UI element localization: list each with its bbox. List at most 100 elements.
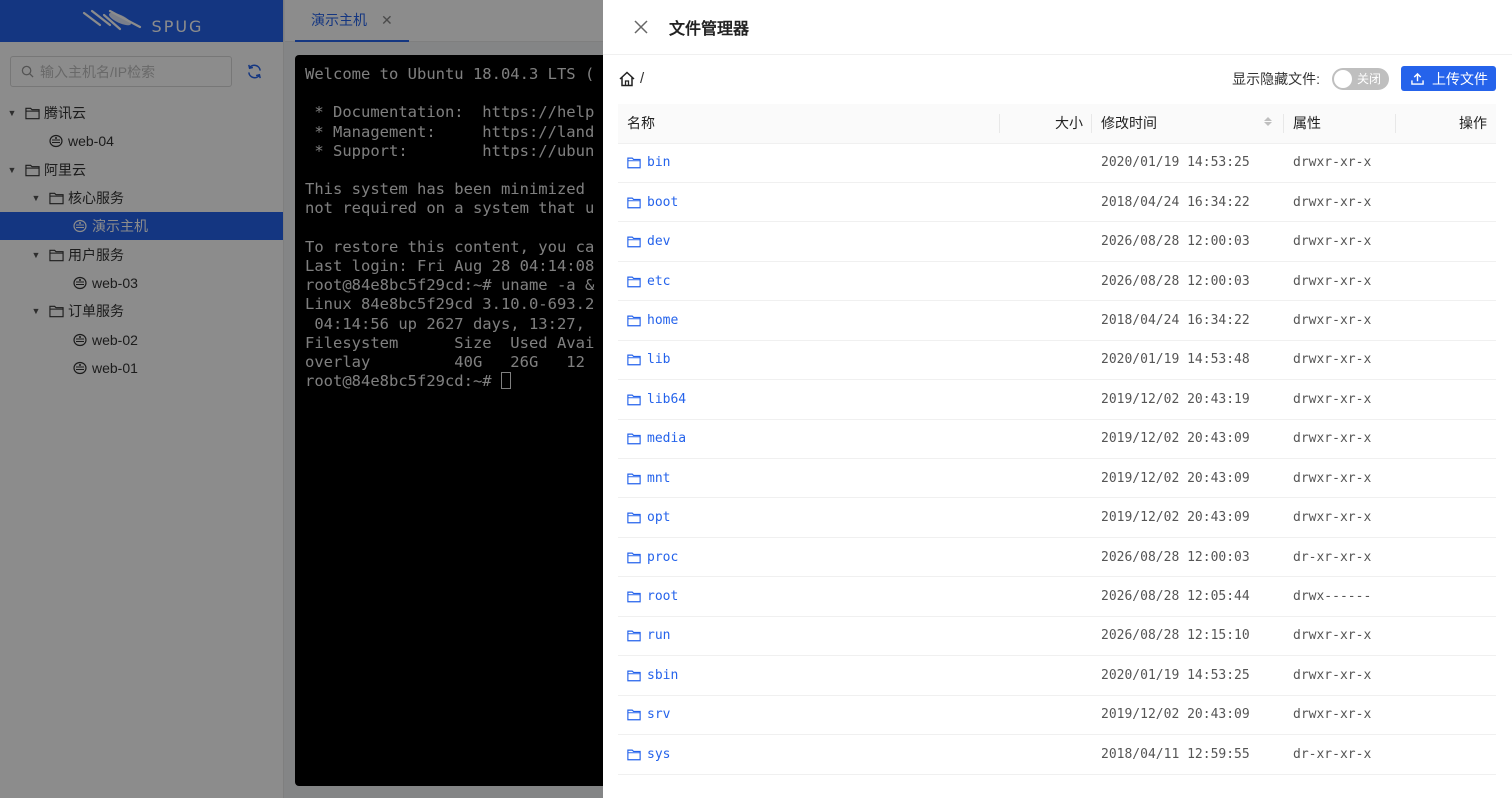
cell-perm: drwxr-xr-x — [1284, 261, 1396, 302]
cell-action — [1396, 143, 1496, 183]
folder-link[interactable]: dev — [627, 234, 991, 249]
cell-perm: drwx------ — [1284, 576, 1396, 617]
col-perm: 属性 — [1284, 104, 1396, 144]
col-mtime[interactable]: 修改时间 — [1092, 104, 1284, 144]
cell-size — [1000, 340, 1092, 381]
table-row: root 2026/08/28 12:05:44 drwx------ — [618, 576, 1496, 617]
cell-action — [1396, 458, 1496, 499]
table-row: boot 2018/04/24 16:34:22 drwxr-xr-x — [618, 182, 1496, 223]
cell-name[interactable]: home — [618, 300, 1000, 341]
table-row: etc 2026/08/28 12:00:03 drwxr-xr-x — [618, 261, 1496, 302]
home-icon[interactable] — [618, 70, 636, 88]
table-row: srv 2019/12/02 20:43:09 drwxr-xr-x — [618, 695, 1496, 736]
cell-mtime: 2019/12/02 20:43:09 — [1092, 419, 1284, 460]
cell-name[interactable]: opt — [618, 497, 1000, 538]
folder-icon — [627, 235, 641, 248]
cell-name[interactable]: proc — [618, 537, 1000, 578]
cell-name[interactable]: mnt — [618, 458, 1000, 499]
col-mtime-label: 修改时间 — [1101, 115, 1157, 132]
file-name: run — [647, 628, 671, 644]
cell-name[interactable]: run — [618, 616, 1000, 657]
cell-perm: drwxr-xr-x — [1284, 497, 1396, 538]
cell-action — [1396, 497, 1496, 538]
table-row: sys 2018/04/11 12:59:55 dr-xr-xr-x — [618, 734, 1496, 775]
cell-name[interactable]: sys — [618, 734, 1000, 775]
cell-mtime: 2020/01/19 14:53:25 — [1092, 655, 1284, 696]
cell-size — [1000, 300, 1092, 341]
table-row: sbin 2020/01/19 14:53:25 drwxr-xr-x — [618, 655, 1496, 696]
cell-size — [1000, 616, 1092, 657]
drawer-title: 文件管理器 — [669, 21, 750, 38]
folder-icon — [627, 314, 641, 327]
cell-size — [1000, 379, 1092, 420]
cell-name[interactable]: lib64 — [618, 379, 1000, 420]
folder-link[interactable]: lib64 — [627, 392, 991, 407]
cell-size — [1000, 497, 1092, 538]
folder-link[interactable]: srv — [627, 707, 991, 722]
folder-link[interactable]: proc — [627, 550, 991, 565]
table-row: mnt 2019/12/02 20:43:09 drwxr-xr-x — [618, 458, 1496, 499]
cell-name[interactable]: dev — [618, 221, 1000, 262]
cell-name[interactable]: root — [618, 576, 1000, 617]
cell-name[interactable]: sbin — [618, 655, 1000, 696]
folder-link[interactable]: root — [627, 589, 991, 604]
col-size: 大小 — [1000, 104, 1092, 144]
folder-link[interactable]: bin — [627, 155, 991, 170]
folder-link[interactable]: sys — [627, 747, 991, 762]
folder-link[interactable]: opt — [627, 510, 991, 525]
show-hidden-toggle[interactable]: 关闭 — [1332, 67, 1389, 90]
folder-link[interactable]: mnt — [627, 471, 991, 486]
upload-file-button[interactable]: 上传文件 — [1401, 66, 1496, 91]
cell-mtime: 2019/12/02 20:43:09 — [1092, 497, 1284, 538]
cell-action — [1396, 182, 1496, 223]
cell-name[interactable]: boot — [618, 182, 1000, 223]
folder-link[interactable]: lib — [627, 352, 991, 367]
cell-name[interactable]: srv — [618, 695, 1000, 736]
table-row: bin 2020/01/19 14:53:25 drwxr-xr-x — [618, 143, 1496, 183]
close-drawer-button[interactable] — [631, 17, 651, 37]
cell-size — [1000, 655, 1092, 696]
table-row: proc 2026/08/28 12:00:03 dr-xr-xr-x — [618, 537, 1496, 578]
table-row: lib64 2019/12/02 20:43:19 drwxr-xr-x — [618, 379, 1496, 420]
folder-link[interactable]: run — [627, 628, 991, 643]
cell-name[interactable]: etc — [618, 261, 1000, 302]
close-icon — [634, 20, 648, 34]
table-row: media 2019/12/02 20:43:09 drwxr-xr-x — [618, 419, 1496, 460]
cell-action — [1396, 537, 1496, 578]
switch-knob — [1334, 69, 1352, 88]
file-name: sbin — [647, 667, 679, 683]
cell-perm: drwxr-xr-x — [1284, 695, 1396, 736]
cell-perm: drwxr-xr-x — [1284, 419, 1396, 460]
cell-size — [1000, 576, 1092, 617]
cell-size — [1000, 734, 1092, 775]
table-row: dev 2026/08/28 12:00:03 drwxr-xr-x — [618, 221, 1496, 262]
file-name: opt — [647, 510, 671, 526]
folder-link[interactable]: etc — [627, 274, 991, 289]
breadcrumb: / — [618, 70, 644, 88]
folder-link[interactable]: sbin — [627, 668, 991, 683]
cell-name[interactable]: media — [618, 419, 1000, 460]
cell-perm: drwxr-xr-x — [1284, 221, 1396, 262]
folder-icon — [627, 708, 641, 721]
col-name: 名称 — [618, 104, 1000, 144]
col-action: 操作 — [1396, 104, 1496, 144]
sort-icon[interactable] — [1264, 117, 1272, 126]
cell-name[interactable]: bin — [618, 143, 1000, 183]
switch-text: 关闭 — [1356, 72, 1381, 86]
cell-action — [1396, 221, 1496, 262]
cell-perm: drwxr-xr-x — [1284, 340, 1396, 381]
cell-action — [1396, 379, 1496, 420]
cell-mtime: 2018/04/24 16:34:22 — [1092, 182, 1284, 223]
folder-icon — [627, 472, 641, 485]
folder-icon — [627, 629, 641, 642]
cell-size — [1000, 143, 1092, 183]
cell-perm: drwxr-xr-x — [1284, 458, 1396, 499]
cell-action — [1396, 340, 1496, 381]
folder-link[interactable]: media — [627, 431, 991, 446]
folder-link[interactable]: home — [627, 313, 991, 328]
file-name: media — [647, 431, 687, 447]
cell-mtime: 2018/04/11 12:59:55 — [1092, 734, 1284, 775]
folder-link[interactable]: boot — [627, 195, 991, 210]
cell-name[interactable]: lib — [618, 340, 1000, 381]
cell-mtime: 2019/12/02 20:43:09 — [1092, 458, 1284, 499]
